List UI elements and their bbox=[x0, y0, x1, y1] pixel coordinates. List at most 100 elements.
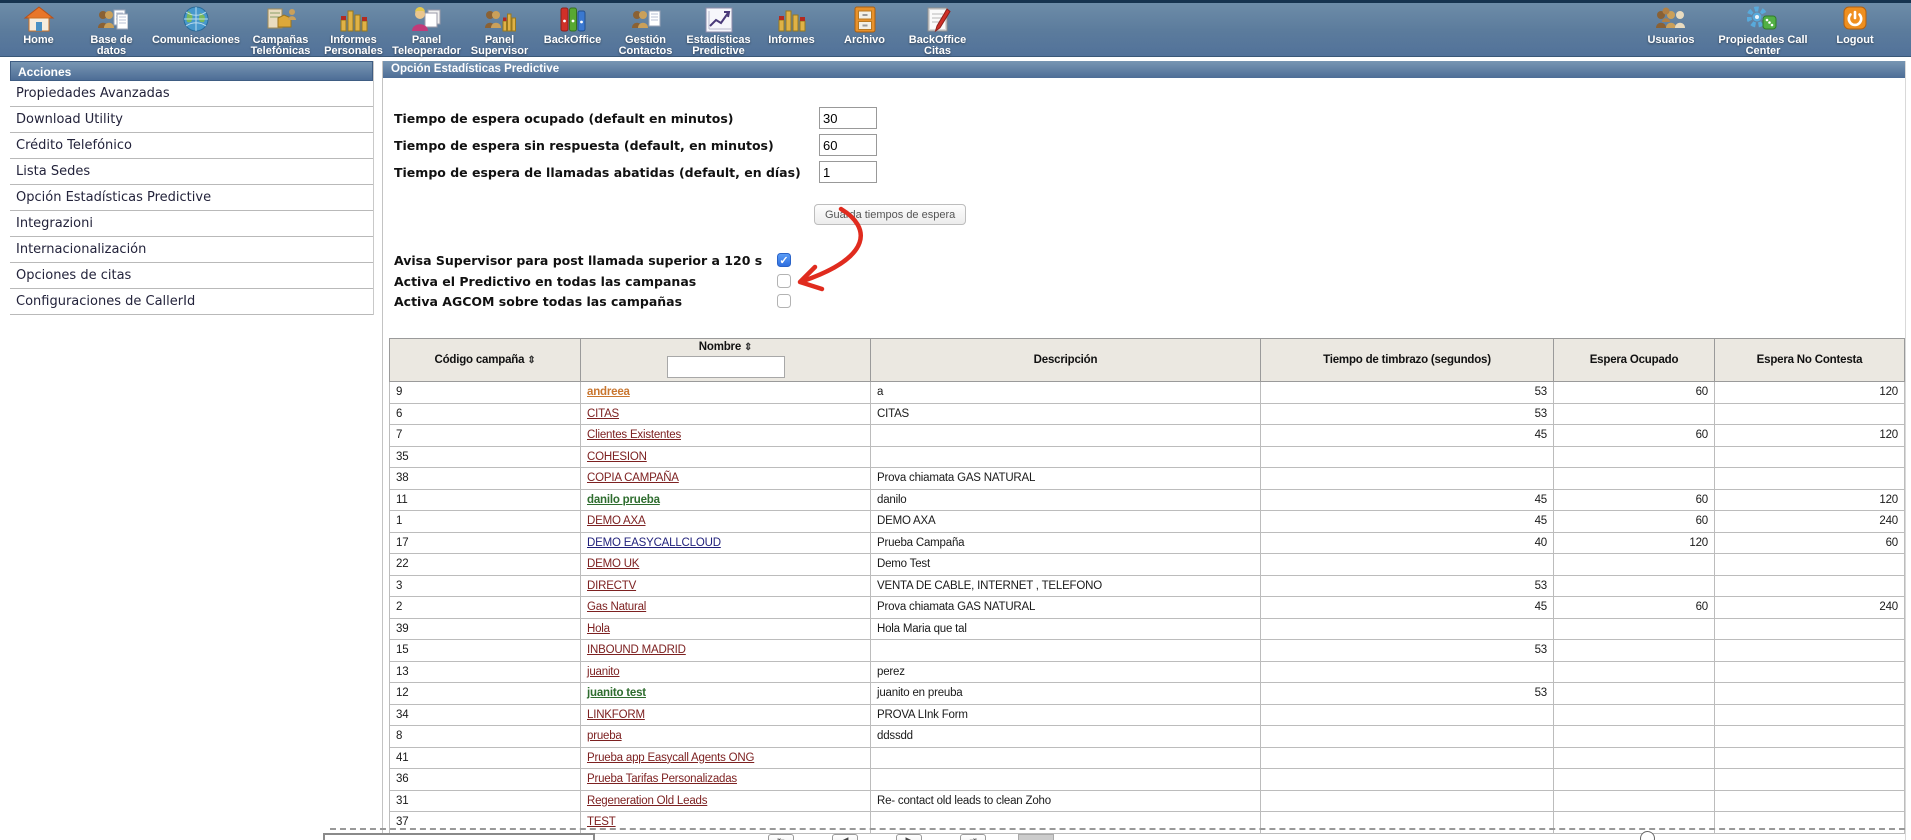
noanswer-wait-cell: 240 bbox=[1714, 510, 1905, 533]
sidebar-item-cr-dito-telef-nico[interactable]: Crédito Telefónico bbox=[10, 133, 373, 159]
busy-wait-cell: 120 bbox=[1553, 531, 1715, 554]
predictive-stats-icon bbox=[682, 5, 755, 35]
noanswer-wait-cell bbox=[1714, 402, 1905, 425]
toolbar-item-campa-as-telef-nicas[interactable]: Campañas Telefónicas bbox=[244, 5, 317, 57]
nombre-filter-input[interactable] bbox=[666, 356, 785, 378]
column-label: Espera No Contesta bbox=[1756, 354, 1863, 366]
sidebar-item-internacionalizaci-n[interactable]: Internacionalización bbox=[10, 237, 373, 263]
sidebar-item-lista-sedes[interactable]: Lista Sedes bbox=[10, 159, 373, 185]
prev-page-icon[interactable]: ◀ bbox=[832, 834, 858, 840]
campaign-link-juanito-test[interactable]: juanito test bbox=[587, 687, 646, 699]
ring-time-cell: 53 bbox=[1260, 381, 1554, 404]
campaign-link-andreea[interactable]: andreea bbox=[587, 386, 630, 398]
toolbar-item-label: Panel Supervisor bbox=[470, 34, 529, 57]
tiempo-de-espera-sin-respuesta-default-en-minutos-input[interactable] bbox=[819, 134, 877, 156]
campaign-code-cell: 15 bbox=[389, 639, 581, 662]
sidebar-item-opci-n-estad-sticas-predictive[interactable]: Opción Estadísticas Predictive bbox=[10, 185, 373, 211]
sidebar-item-opciones-de-citas[interactable]: Opciones de citas bbox=[10, 263, 373, 289]
campaign-link-inbound-madrid[interactable]: INBOUND MADRID bbox=[587, 644, 686, 656]
campaign-link-clientes-existentes[interactable]: Clientes Existentes bbox=[587, 429, 681, 441]
avisa-supervisor-para-post-llamada-superior-a-120-s-checkbox[interactable]: ✓ bbox=[777, 253, 791, 267]
footer-search-input[interactable] bbox=[323, 833, 595, 840]
tiempo-de-espera-de-llamadas-abatidas-default-en-d-as-input[interactable] bbox=[819, 161, 877, 183]
campaign-code-cell: 7 bbox=[389, 424, 581, 447]
tiempo-de-espera-ocupado-default-en-minutos-input[interactable] bbox=[819, 107, 877, 129]
toolbar-item-home[interactable]: Home bbox=[2, 5, 75, 57]
toolbar-item-informes[interactable]: Informes bbox=[755, 5, 828, 57]
ring-time-cell bbox=[1260, 660, 1554, 683]
campaign-description-cell: ddssdd bbox=[870, 725, 1261, 748]
sort-icon[interactable]: ⇕ bbox=[744, 342, 752, 353]
campaign-link-regeneration-old-leads[interactable]: Regeneration Old Leads bbox=[587, 795, 707, 807]
sidebar-item-integrazioni[interactable]: Integrazioni bbox=[10, 211, 373, 237]
campaign-link-demo-axa[interactable]: DEMO AXA bbox=[587, 515, 646, 527]
sort-icon[interactable]: ⇕ bbox=[527, 355, 535, 366]
noanswer-wait-cell bbox=[1714, 467, 1905, 490]
campaign-link-gas-natural[interactable]: Gas Natural bbox=[587, 601, 646, 613]
campaign-link-cohesion[interactable]: COHESION bbox=[587, 451, 647, 463]
top-toolbar: Home Base de datos Comunicaciones Campañas … bbox=[0, 0, 1911, 57]
busy-wait-cell bbox=[1553, 639, 1715, 662]
campaign-link-demo-easycallcloud[interactable]: DEMO EASYCALLCLOUD bbox=[587, 537, 721, 549]
campaign-code-cell: 22 bbox=[389, 553, 581, 576]
sidebar-items: Propiedades Avanzadas Download Utility Cré… bbox=[10, 81, 373, 315]
campaign-link-test[interactable]: TEST bbox=[587, 816, 616, 828]
toolbar-item-backoffice-citas[interactable]: BackOffice Citas bbox=[901, 5, 974, 57]
busy-wait-cell bbox=[1553, 617, 1715, 640]
sidebar-item-configuraciones-de-callerid[interactable]: Configuraciones de CallerId bbox=[10, 289, 373, 315]
activa-agcom-sobre-todas-las-campa-as-checkbox[interactable] bbox=[777, 294, 791, 308]
campaign-link-linkform[interactable]: LINKFORM bbox=[587, 709, 645, 721]
column-header-nombre[interactable]: Nombre ⇕ bbox=[580, 338, 871, 382]
reports-icon bbox=[755, 5, 828, 35]
sidebar-item-download-utility[interactable]: Download Utility bbox=[10, 107, 373, 133]
sidebar-item-propiedades-avanzadas[interactable]: Propiedades Avanzadas bbox=[10, 81, 373, 107]
toolbar-item-gesti-n-contactos[interactable]: Gestión Contactos bbox=[609, 5, 682, 57]
page-size-select[interactable] bbox=[1018, 834, 1054, 840]
campaign-code-cell: 3 bbox=[389, 574, 581, 597]
campaign-link-juanito[interactable]: juanito bbox=[587, 666, 620, 678]
toolbar-item-panel-supervisor[interactable]: Panel Supervisor bbox=[463, 5, 536, 57]
last-page-icon[interactable]: ⇥ bbox=[960, 834, 986, 840]
toolbar-item-base-de-datos[interactable]: Base de datos bbox=[75, 5, 148, 57]
campaign-link-prueba-tarifas-personalizadas[interactable]: Prueba Tarifas Personalizadas bbox=[587, 773, 737, 785]
campaign-link-prueba[interactable]: prueba bbox=[587, 730, 622, 742]
campaign-code-cell: 6 bbox=[389, 402, 581, 425]
campaign-description-cell: a bbox=[870, 381, 1261, 404]
first-page-icon[interactable]: ⇤ bbox=[768, 834, 794, 840]
campaign-link-hola[interactable]: Hola bbox=[587, 623, 610, 635]
toolbar-item-comunicaciones[interactable]: Comunicaciones bbox=[148, 5, 244, 57]
campaign-link-prueba-app-easycall-agents-ong[interactable]: Prueba app Easycall Agents ONG bbox=[587, 752, 754, 764]
toolbar-item-archivo[interactable]: Archivo bbox=[828, 5, 901, 57]
personal-reports-icon bbox=[317, 5, 390, 35]
campaign-link-copia-campa-a[interactable]: COPIA CAMPAÑA bbox=[587, 472, 679, 484]
table-row: 35 COHESION bbox=[389, 445, 1905, 468]
campaign-link-citas[interactable]: CITAS bbox=[587, 408, 619, 420]
campaign-link-demo-uk[interactable]: DEMO UK bbox=[587, 558, 639, 570]
campaign-name-cell: DEMO EASYCALLCLOUD bbox=[580, 531, 871, 554]
toolbar-item-panel-teleoperador[interactable]: Panel Teleoperador bbox=[390, 5, 463, 57]
save-wait-times-button[interactable]: Guarda tiempos de espera bbox=[814, 204, 967, 225]
noanswer-wait-cell bbox=[1714, 660, 1905, 683]
noanswer-wait-cell bbox=[1714, 617, 1905, 640]
campaign-name-cell: DEMO AXA bbox=[580, 510, 871, 533]
column-header-c-digo-campa-a[interactable]: Código campaña ⇕ bbox=[389, 338, 581, 382]
noanswer-wait-cell: 120 bbox=[1714, 424, 1905, 447]
campaign-name-cell: Clientes Existentes bbox=[580, 424, 871, 447]
activa-el-predictivo-en-todas-las-campanas-checkbox[interactable] bbox=[777, 274, 791, 288]
campaign-description-cell: DEMO AXA bbox=[870, 510, 1261, 533]
toolbar-item-propiedades-call-center[interactable]: Propiedades Call Center bbox=[1717, 5, 1809, 57]
campaign-name-cell: prueba bbox=[580, 725, 871, 748]
campaign-link-danilo-prueba[interactable]: danilo prueba bbox=[587, 494, 660, 506]
campaign-code-cell: 17 bbox=[389, 531, 581, 554]
toolbar-item-usuarios[interactable]: Usuarios bbox=[1625, 5, 1717, 57]
table-row: 11 danilo prueba danilo 45 60 120 bbox=[389, 488, 1905, 511]
toolbar-item-logout[interactable]: Logout bbox=[1809, 5, 1901, 57]
noanswer-wait-cell bbox=[1714, 725, 1905, 748]
next-page-icon[interactable]: ▶ bbox=[896, 834, 922, 840]
noanswer-wait-cell bbox=[1714, 789, 1905, 812]
toolbar-item-backoffice[interactable]: BackOffice bbox=[536, 5, 609, 57]
campaign-link-directv[interactable]: DIRECTV bbox=[587, 580, 636, 592]
toolbar-item-estad-sticas-predictive[interactable]: Estadísticas Predictive bbox=[682, 5, 755, 57]
campaign-name-cell: Prueba app Easycall Agents ONG bbox=[580, 746, 871, 769]
toolbar-item-informes-personales[interactable]: Informes Personales bbox=[317, 5, 390, 57]
